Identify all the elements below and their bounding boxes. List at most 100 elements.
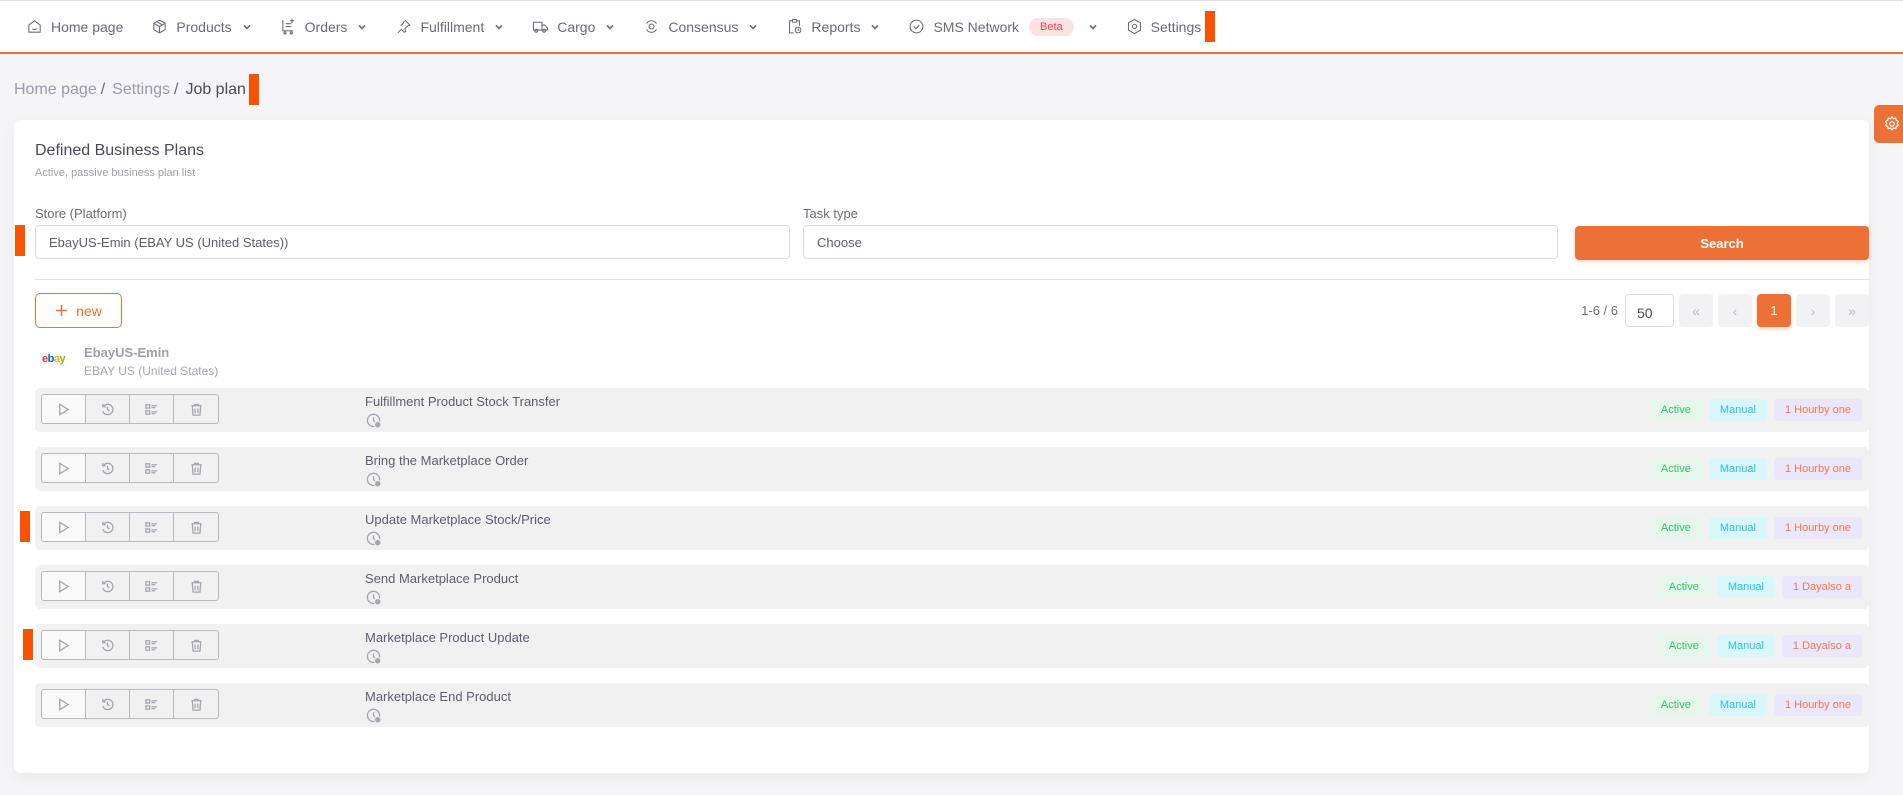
first-page-button[interactable]: « [1679,294,1713,327]
run-button[interactable] [42,572,86,600]
nav-item-reports[interactable]: Reports [786,18,880,35]
mode-badge: Manual [1708,517,1767,539]
list-details-icon [145,521,158,533]
chevron-down-icon [606,24,614,30]
breadcrumb-separator: / [100,80,106,98]
frequency-badge: 1 Hourby one [1773,399,1862,421]
gear-icon [1884,115,1900,131]
list-details-icon [145,462,158,474]
details-button[interactable] [130,572,174,600]
divider [35,279,1869,280]
run-button[interactable] [42,395,86,423]
history-button[interactable] [86,572,130,600]
task-type-select[interactable]: Choose [803,225,1558,259]
current-page-button[interactable]: 1 [1757,294,1791,327]
job-actions [41,571,219,601]
status-badge: Active [1657,576,1710,598]
history-icon [102,580,114,592]
chevron-down-icon [243,24,251,30]
pagination: 1-6 / 6 50 « ‹ 1 › » [1581,294,1869,327]
nav-item-settings[interactable]: Settings [1126,18,1202,35]
store-select[interactable]: EbayUS-Emin (EBAY US (United States)) [35,225,790,259]
chevron-down-icon [1089,24,1097,30]
new-plan-label: new [76,302,102,319]
run-button[interactable] [42,631,86,659]
page-size-input[interactable]: 50 [1625,294,1674,327]
delete-button[interactable] [174,395,218,423]
breadcrumb-separator: / [173,80,179,98]
focus-marker [1205,11,1216,42]
breadcrumb-home[interactable]: Home page [14,81,97,99]
job-badges: Active Manual 1 Hourby one [1649,458,1862,480]
new-plan-button[interactable]: new [35,293,122,328]
nav-item-label: Home page [51,18,124,35]
history-button[interactable] [86,513,130,541]
top-navigation: Home page Products Orders Fulfillment Ca… [0,0,1903,54]
job-row: Bring the Marketplace Order Active Manua… [35,447,1869,491]
history-button[interactable] [86,690,130,718]
details-button[interactable] [130,631,174,659]
schedule-clock-icon [366,472,381,487]
history-icon [102,521,114,533]
list-details-icon [145,580,158,592]
nav-item-home[interactable]: Home page [26,18,123,35]
history-button[interactable] [86,454,130,482]
clipboard-clock-icon [789,18,802,34]
delete-button[interactable] [174,572,218,600]
chevron-down-icon [495,24,503,30]
delete-button[interactable] [174,690,218,718]
run-button[interactable] [42,513,86,541]
run-button[interactable] [42,690,86,718]
mode-badge: Manual [1716,576,1775,598]
history-button[interactable] [86,395,130,423]
nav-item-label: Fulfillment [420,18,485,35]
search-button[interactable]: Search [1575,226,1869,260]
details-button[interactable] [130,690,174,718]
details-button[interactable] [130,513,174,541]
run-button[interactable] [42,454,86,482]
trash-icon [190,639,202,652]
details-button[interactable] [130,395,174,423]
card-title: Defined Business Plans [35,142,204,159]
nav-item-products[interactable]: Products [151,18,251,35]
floating-settings-button[interactable] [1874,105,1903,143]
box-icon [153,19,167,34]
nav-item-sms-network[interactable]: SMS Network Beta [908,17,1097,36]
nav-item-label: Reports [811,18,861,35]
schedule-clock-icon [366,649,381,664]
list-details-icon [145,403,158,415]
job-title: Marketplace Product Update [365,630,530,645]
focus-marker [248,74,259,105]
nav-item-consensus[interactable]: Consensus [643,18,758,35]
nav-item-cargo[interactable]: Cargo [532,18,615,35]
nav-item-label: Products [176,18,232,35]
status-badge: Active [1649,458,1702,480]
frequency-badge: 1 Dayalso a [1781,576,1862,598]
chevron-down-icon [358,24,367,30]
status-badge: Active [1649,399,1702,421]
nav-item-label: Orders [304,18,348,35]
play-icon [59,638,70,652]
last-page-button[interactable]: » [1835,294,1869,327]
store-name: EbayUS-Emin [84,345,170,360]
history-button[interactable] [86,631,130,659]
delete-button[interactable] [174,454,218,482]
next-page-button[interactable]: › [1796,294,1830,327]
job-row: Marketplace Product Update Active Manual… [23,624,1869,668]
job-badges: Active Manual 1 Hourby one [1649,517,1862,539]
delete-button[interactable] [174,631,218,659]
breadcrumb-settings[interactable]: Settings [112,81,170,99]
trash-icon [190,403,202,416]
details-button[interactable] [130,454,174,482]
prev-page-button[interactable]: ‹ [1718,294,1752,327]
nav-item-label: SMS Network [933,18,1020,35]
delete-button[interactable] [174,513,218,541]
job-badges: Active Manual 1 Dayalso a [1657,576,1862,598]
job-row: Update Marketplace Stock/Price Active Ma… [20,506,1869,550]
nav-item-orders[interactable]: Orders [280,18,368,35]
play-icon [59,520,70,534]
nav-item-label: Settings [1150,18,1202,35]
nav-item-fulfillment[interactable]: Fulfillment [395,18,504,35]
pagination-range: 1-6 / 6 [1581,303,1618,318]
history-icon [102,403,114,415]
